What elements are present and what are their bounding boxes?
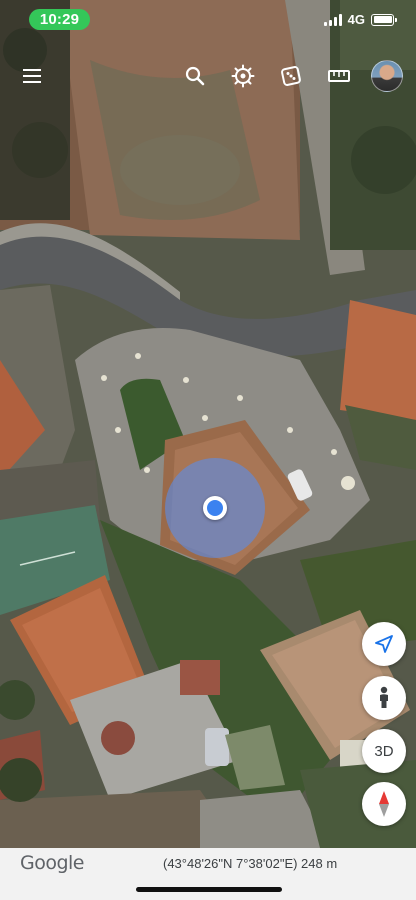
3d-toggle-button[interactable]: 3D [362,729,406,773]
coordinates-readout: (43°48'26"N 7°38'02"E) 248 m [163,856,338,871]
voyager-wheel-icon [231,64,255,88]
google-logo: Google [20,852,85,874]
pegman-icon [380,686,388,708]
my-location-button[interactable] [362,622,406,666]
search-icon [185,66,205,86]
user-avatar[interactable] [371,60,403,92]
street-view-button[interactable] [362,676,406,720]
status-indicators: 4G [323,12,397,27]
cellular-signal-icon [323,13,342,26]
compass-button[interactable] [362,782,406,826]
satellite-map[interactable] [0,0,416,900]
my-location-marker [203,496,227,520]
network-type: 4G [347,12,365,27]
menu-button[interactable] [18,62,46,90]
home-indicator[interactable] [136,887,282,892]
feeling-lucky-button[interactable] [277,62,305,90]
dice-icon [281,66,301,86]
satellite-imagery [0,0,416,848]
ruler-icon [328,70,350,82]
search-button[interactable] [181,62,209,90]
measure-button[interactable] [325,62,353,90]
menu-icon [23,69,41,83]
battery-icon [371,13,397,26]
navigation-arrow-icon [375,635,393,653]
voyager-button[interactable] [229,62,257,90]
status-time: 10:29 [29,9,90,30]
compass-icon [379,791,389,817]
